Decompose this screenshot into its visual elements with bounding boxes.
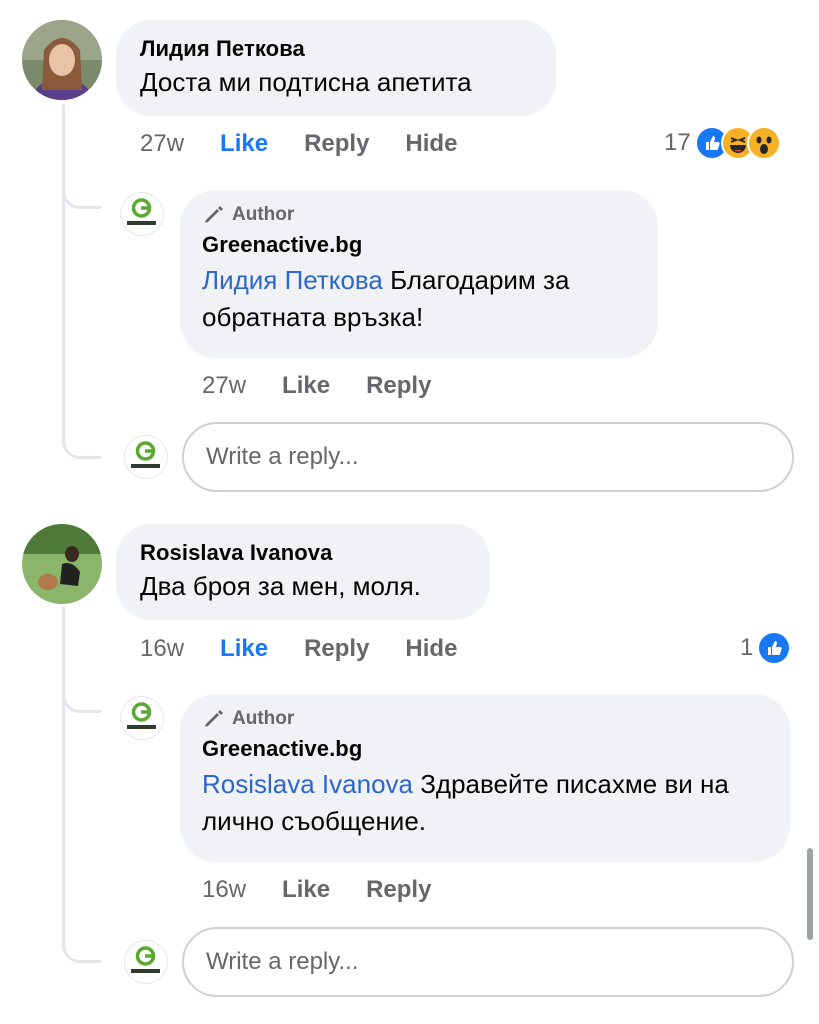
comment-text: Два броя за мен, моля. — [140, 571, 421, 601]
like-icon — [757, 631, 792, 665]
pencil-icon — [205, 206, 223, 223]
reaction-count: 1 — [740, 634, 754, 661]
avatar[interactable] — [22, 20, 102, 100]
like-button[interactable]: Like — [282, 876, 330, 904]
comment-text: Доста ми подтисна апетита — [140, 67, 472, 97]
reply-author[interactable]: Greenactive.bg — [202, 232, 636, 258]
thread-connector — [62, 934, 101, 963]
reply-text: Лидия Петкова Благодарим за обратната вр… — [202, 262, 636, 336]
reply-input-placeholder: Write a reply... — [206, 948, 359, 975]
reply-author[interactable]: Greenactive.bg — [202, 736, 768, 762]
like-button[interactable]: Like — [220, 635, 268, 663]
reaction-summary[interactable]: 17 — [664, 126, 781, 160]
like-button[interactable]: Like — [220, 130, 268, 158]
comment-actions: 27w Like Reply Hide — [140, 130, 493, 158]
thread-connector — [62, 430, 101, 459]
author-badge: Author — [202, 708, 768, 730]
reaction-summary[interactable]: 1 — [740, 631, 792, 665]
author-badge-label: Author — [232, 708, 295, 729]
reply-actions: 16w Like Reply — [202, 876, 467, 904]
thread-connector — [62, 180, 101, 209]
reply-input[interactable]: Write a reply... — [182, 927, 794, 997]
comment-actions: 16w Like Reply Hide — [140, 635, 493, 663]
hide-button[interactable]: Hide — [405, 130, 457, 158]
mention-link[interactable]: Rosislava Ivanova — [202, 769, 413, 799]
author-badge-label: Author — [232, 204, 295, 225]
mention-link[interactable]: Лидия Петкова — [202, 265, 383, 295]
reply-actions: 27w Like Reply — [202, 372, 467, 400]
reply-button[interactable]: Reply — [366, 372, 431, 400]
reply-button[interactable]: Reply — [366, 876, 431, 904]
brand-avatar — [124, 940, 168, 984]
pencil-icon — [205, 710, 223, 727]
wow-icon — [746, 126, 781, 160]
thread-connector — [62, 684, 101, 713]
reply-button[interactable]: Reply — [304, 635, 369, 663]
comment-author[interactable]: Rosislava Ivanova — [140, 540, 466, 566]
comment-author[interactable]: Лидия Петкова — [140, 36, 532, 62]
reply-input-placeholder: Write a reply... — [206, 443, 359, 470]
reply-text: Rosislava Ivanova Здравейте писахме ви н… — [202, 766, 768, 840]
brand-avatar — [124, 435, 168, 479]
thread-line — [62, 606, 65, 936]
thread-line — [62, 104, 65, 434]
comment-timestamp[interactable]: 27w — [140, 130, 184, 158]
reply-bubble: Author Greenactive.bg Rosislava Ivanova … — [180, 694, 790, 862]
reply-timestamp[interactable]: 16w — [202, 876, 246, 904]
brand-avatar[interactable] — [120, 696, 164, 740]
author-badge: Author — [202, 204, 636, 226]
comment-bubble: Rosislava Ivanova Два броя за мен, моля. — [116, 524, 490, 620]
brand-avatar[interactable] — [120, 192, 164, 236]
avatar[interactable] — [22, 524, 102, 604]
like-button[interactable]: Like — [282, 372, 330, 400]
reply-button[interactable]: Reply — [304, 130, 369, 158]
reply-input[interactable]: Write a reply... — [182, 422, 794, 492]
reaction-count: 17 — [664, 129, 691, 156]
hide-button[interactable]: Hide — [405, 635, 457, 663]
comment-timestamp[interactable]: 16w — [140, 635, 184, 663]
reply-timestamp[interactable]: 27w — [202, 372, 246, 400]
scrollbar-thumb[interactable] — [807, 848, 813, 940]
reply-bubble: Author Greenactive.bg Лидия Петкова Благ… — [180, 190, 658, 358]
comment-bubble: Лидия Петкова Доста ми подтисна апетита — [116, 20, 556, 116]
